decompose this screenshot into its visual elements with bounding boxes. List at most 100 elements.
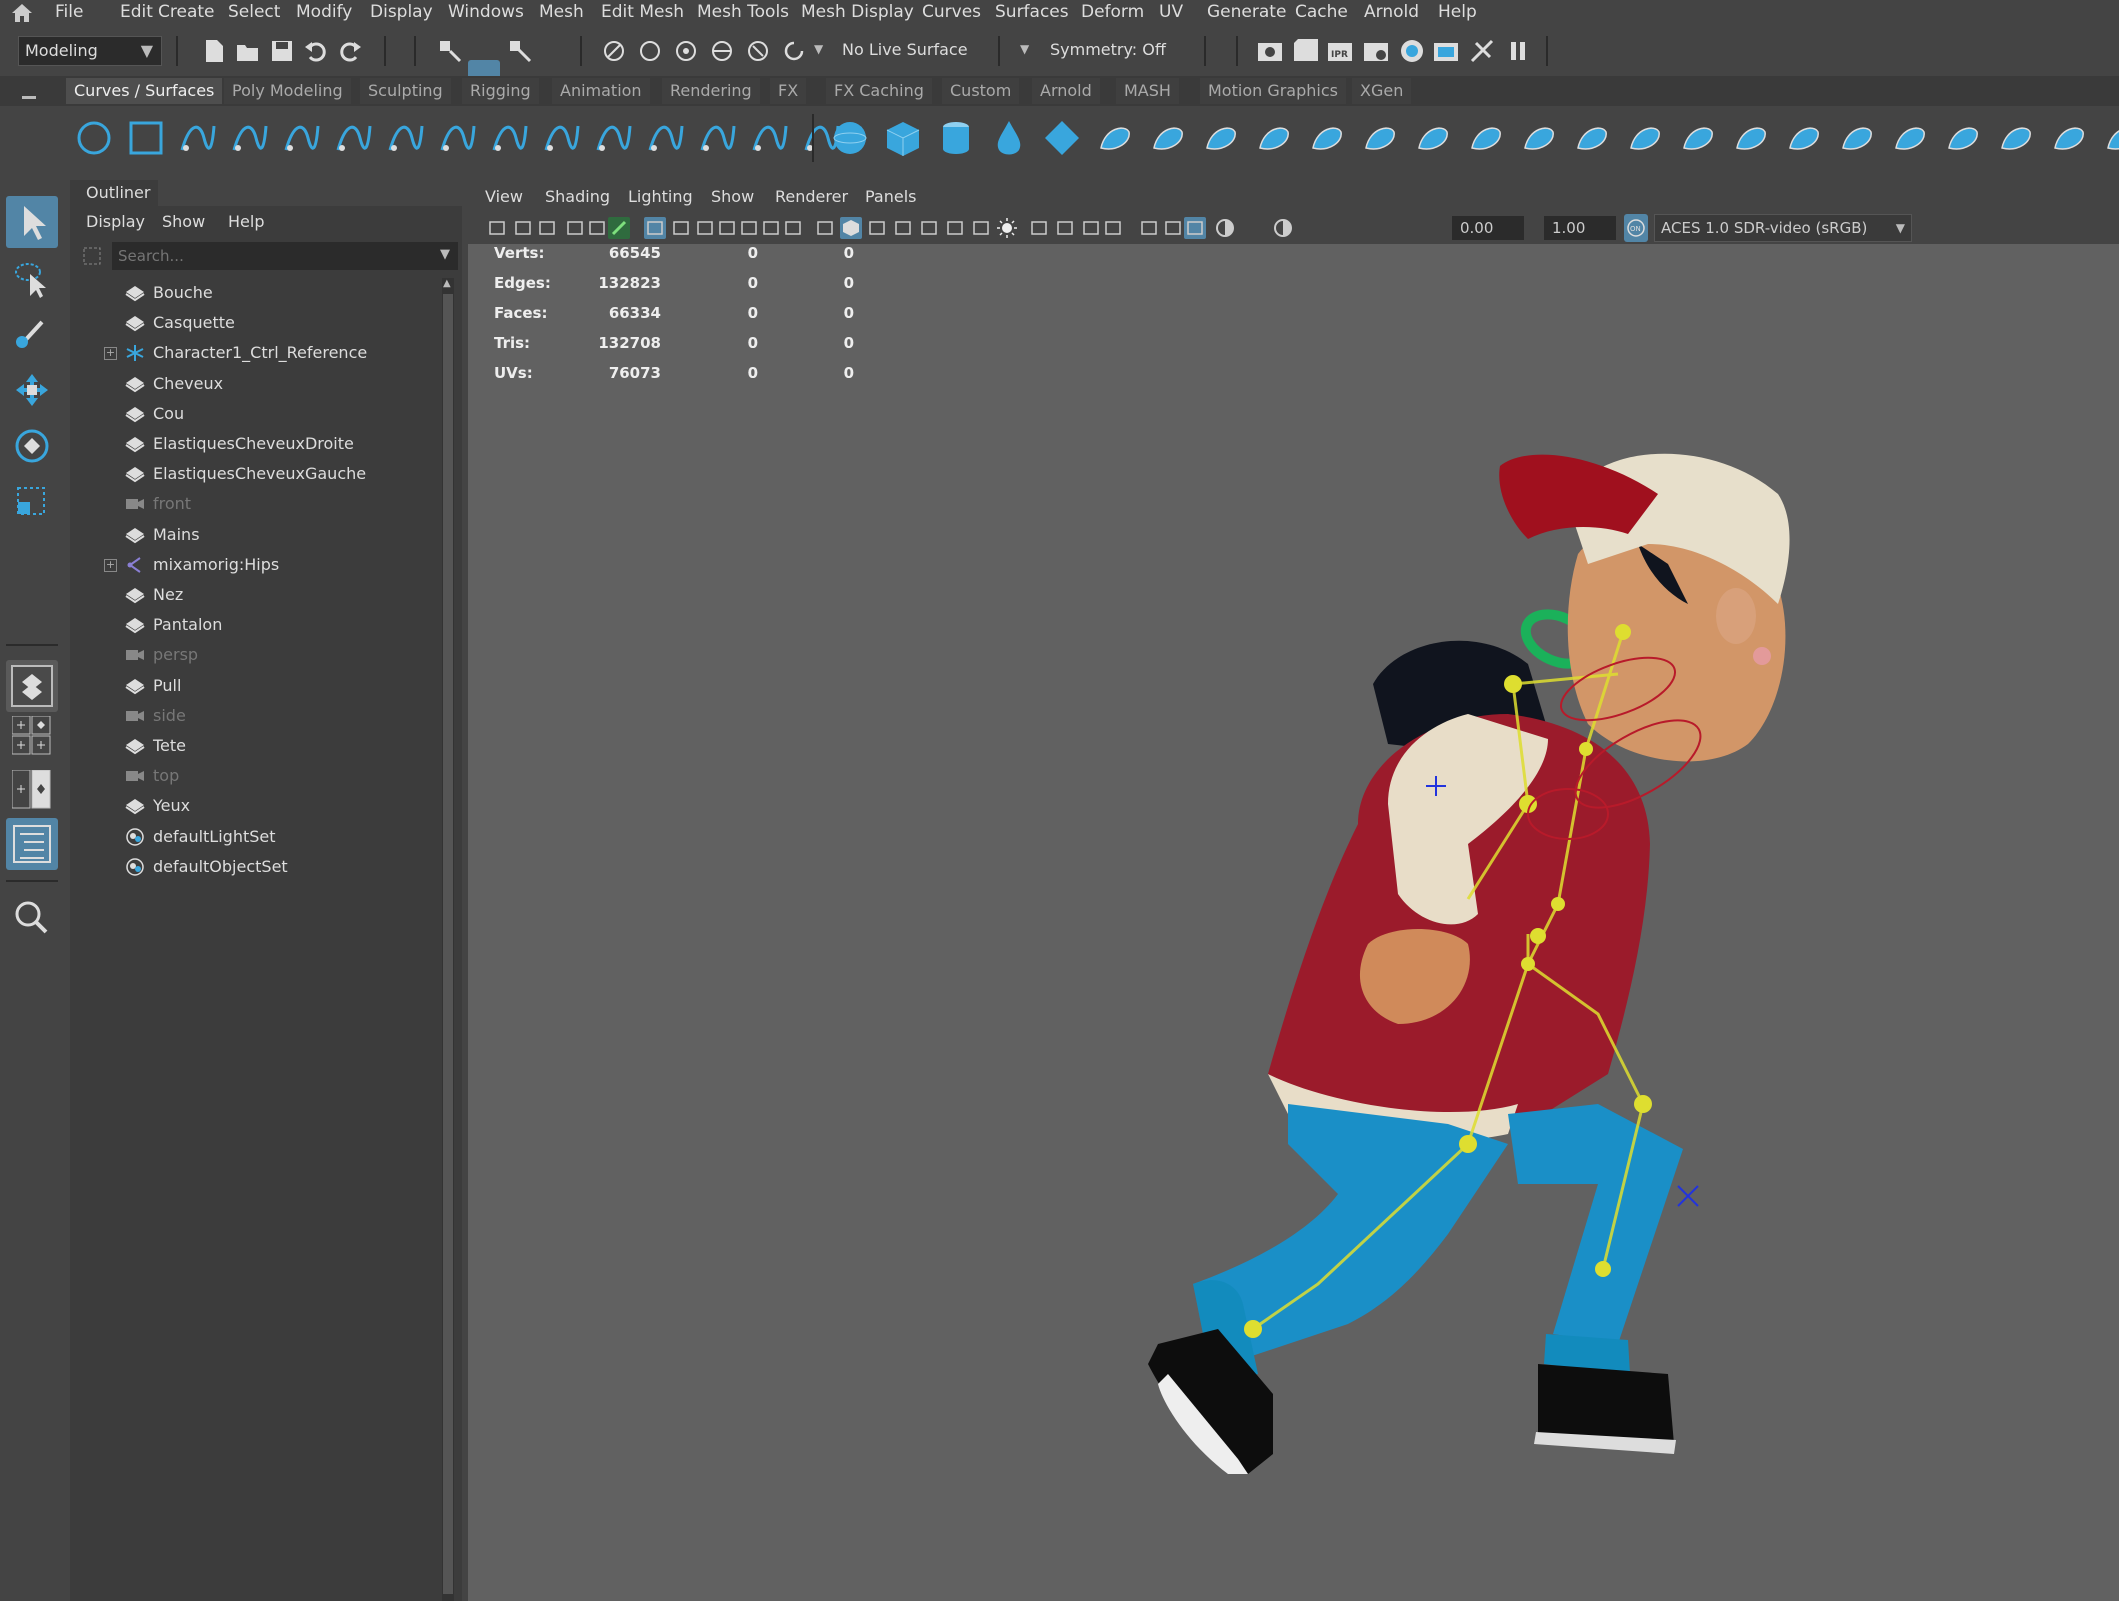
ipr-render-icon[interactable]: IPR: [1326, 37, 1354, 65]
loft-icon[interactable]: [1201, 118, 1241, 158]
undo-icon[interactable]: [302, 37, 330, 65]
outliner-item[interactable]: Bouche: [70, 278, 440, 308]
chevron-down-icon[interactable]: ▼: [440, 247, 450, 262]
xray-active-icon[interactable]: [1162, 217, 1184, 239]
nurbs-cone-icon[interactable]: [989, 118, 1029, 158]
untrim-icon[interactable]: [1731, 118, 1771, 158]
single-perspective-view-button[interactable]: [6, 660, 58, 712]
nurbs-torus-icon[interactable]: [1095, 118, 1135, 158]
outliner-menu-help[interactable]: Help: [228, 212, 264, 231]
bookmark-icon[interactable]: [536, 217, 558, 239]
menu-surfaces[interactable]: Surfaces: [995, 0, 1069, 26]
expand-icon[interactable]: +: [104, 558, 117, 572]
extrude-icon[interactable]: [1307, 118, 1347, 158]
outliner-menu-show[interactable]: Show: [162, 212, 205, 231]
depth-of-field-icon[interactable]: [1080, 217, 1102, 239]
nurbs-cube-icon[interactable]: [883, 118, 923, 158]
safe-title-icon[interactable]: [782, 217, 804, 239]
shelf-tab-fx-caching[interactable]: FX Caching: [826, 78, 932, 104]
default-material-icon[interactable]: [892, 217, 914, 239]
outliner-scrollbar[interactable]: ▲: [442, 278, 454, 1601]
offset-curve-icon[interactable]: [490, 118, 530, 158]
shelf-tab-rigging[interactable]: Rigging: [462, 78, 539, 104]
viewport-menu-shading[interactable]: Shading: [545, 187, 610, 206]
hypershade-icon[interactable]: [1398, 37, 1426, 65]
search-icon[interactable]: [6, 892, 58, 944]
motion-blur-icon[interactable]: [1028, 217, 1050, 239]
viewport-menu-lighting[interactable]: Lighting: [628, 187, 693, 206]
attach-curve-icon[interactable]: [646, 118, 686, 158]
home-icon[interactable]: [10, 2, 34, 24]
exposure-icon[interactable]: [1214, 217, 1236, 239]
attach-surface-icon[interactable]: [1784, 118, 1824, 158]
render-settings-icon[interactable]: [1362, 37, 1390, 65]
arc-curve-icon[interactable]: [438, 118, 478, 158]
select-camera-icon[interactable]: [486, 217, 508, 239]
fillet-curve-icon[interactable]: [594, 118, 634, 158]
shelf-tab-animation[interactable]: Animation: [552, 78, 650, 104]
paint-select-tool[interactable]: [6, 308, 58, 360]
ambient-occlusion-icon[interactable]: [996, 217, 1018, 239]
viewport-menu-view[interactable]: View: [485, 187, 523, 206]
gamma-field[interactable]: 1.00: [1544, 216, 1616, 240]
chevron-down-icon[interactable]: ▼: [1020, 42, 1029, 56]
2d-pan-zoom-icon[interactable]: [586, 217, 608, 239]
redo-icon[interactable]: [336, 37, 364, 65]
outliner-item[interactable]: Tete: [70, 731, 440, 761]
menu-deform[interactable]: Deform: [1081, 0, 1144, 26]
select-tool[interactable]: [6, 196, 58, 248]
rotate-tool[interactable]: [6, 420, 58, 472]
pencil-curve-icon[interactable]: [282, 118, 322, 158]
shelf-tab-rendering[interactable]: Rendering: [662, 78, 760, 104]
menu-mesh-display[interactable]: Mesh Display: [801, 0, 914, 26]
outliner-item[interactable]: persp: [70, 640, 440, 670]
outliner-item[interactable]: Mains: [70, 520, 440, 550]
wireframe-icon[interactable]: [814, 217, 836, 239]
sculpt-geometry-icon[interactable]: [2102, 118, 2119, 158]
nurbs-circle-icon[interactable]: [74, 118, 114, 158]
outliner-item[interactable]: defaultObjectSet: [70, 852, 440, 882]
menu-file[interactable]: File: [55, 0, 83, 26]
scroll-up-icon[interactable]: ▲: [443, 278, 451, 289]
xray-joints-icon[interactable]: [1184, 217, 1206, 239]
menu-modify[interactable]: Modify: [296, 0, 352, 26]
scale-tool[interactable]: [6, 476, 58, 528]
viewport-menu-renderer[interactable]: Renderer: [775, 187, 848, 206]
menu-create[interactable]: Create: [158, 0, 215, 26]
nurbs-square-icon[interactable]: [126, 118, 166, 158]
resolution-gate-icon[interactable]: [694, 217, 716, 239]
outliner-item[interactable]: + mixamorig:Hips: [70, 550, 440, 580]
gate-mask-icon[interactable]: [716, 217, 738, 239]
gamma-icon[interactable]: [1272, 217, 1294, 239]
outliner-item[interactable]: front: [70, 489, 440, 519]
menu-display[interactable]: Display: [370, 0, 433, 26]
snap-view-plane-icon[interactable]: [708, 37, 736, 65]
safe-action-icon[interactable]: [760, 217, 782, 239]
trim-tool-icon[interactable]: [1678, 118, 1718, 158]
menu-edit[interactable]: Edit: [120, 0, 153, 26]
outliner-item[interactable]: ElastiquesCheveuxGauche: [70, 459, 440, 489]
search-input[interactable]: [116, 244, 420, 268]
shadows-icon[interactable]: [970, 217, 992, 239]
outliner-layout-button[interactable]: [6, 818, 58, 870]
save-scene-icon[interactable]: [268, 37, 296, 65]
outliner-item[interactable]: Pantalon: [70, 610, 440, 640]
textured-icon[interactable]: [918, 217, 940, 239]
xray-icon[interactable]: [1138, 217, 1160, 239]
outliner-item[interactable]: Nez: [70, 580, 440, 610]
search-field[interactable]: ▼: [112, 242, 458, 270]
outliner-title[interactable]: Outliner: [86, 183, 150, 202]
menu-mesh-tools[interactable]: Mesh Tools: [697, 0, 789, 26]
shelf-tab-poly-modeling[interactable]: Poly Modeling: [224, 78, 351, 104]
shelf-tab-motion-graphics[interactable]: Motion Graphics: [1200, 78, 1346, 104]
outliner-item[interactable]: + Character1_Ctrl_Reference: [70, 338, 440, 368]
outliner-item[interactable]: Cou: [70, 399, 440, 429]
grease-pencil-icon[interactable]: [608, 217, 630, 239]
shelf-tab-sculpting[interactable]: Sculpting: [360, 78, 451, 104]
snap-live-icon[interactable]: [744, 37, 772, 65]
detach-curve-icon[interactable]: [698, 118, 738, 158]
nurbs-plane-icon[interactable]: [1042, 118, 1082, 158]
outliner-item[interactable]: side: [70, 701, 440, 731]
shelf-tab-fx[interactable]: FX: [770, 78, 807, 104]
select-by-hierarchy-icon[interactable]: [436, 37, 464, 65]
